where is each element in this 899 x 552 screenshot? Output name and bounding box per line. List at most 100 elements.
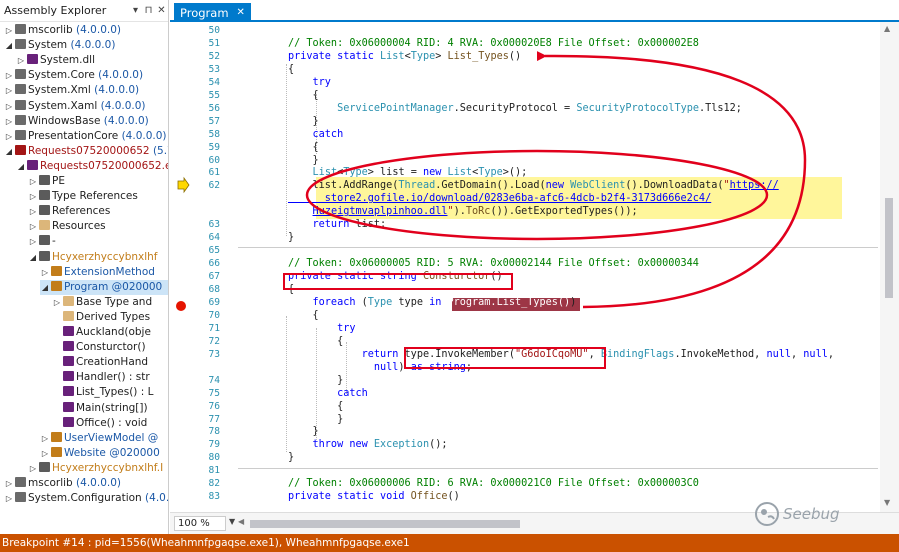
code-line: // Token: 0x06000004 RID: 4 RVA: 0x00002… [288, 37, 699, 50]
expander-icon[interactable]: ◢ [40, 280, 50, 295]
tree-item[interactable]: ▷ Resources [28, 219, 106, 234]
tree-item[interactable]: ◢ Hcyxerzhyccybnxlhf [28, 250, 158, 265]
tree-item[interactable]: ▷ Hcyxerzhyccybnxlhf.I [28, 461, 163, 476]
tree-item[interactable]: ▷ - [28, 234, 56, 249]
expander-icon[interactable]: ▷ [16, 53, 26, 68]
tree-item-version: (4.0.0.0) [90, 84, 140, 97]
tree-item[interactable]: ◢ Requests07520000652 (5.71.0. [4, 144, 168, 159]
tree-item[interactable]: Consturctor() [52, 340, 146, 355]
tree-item[interactable]: ▷ mscorlib (4.0.0.0) [4, 23, 121, 38]
method-separator [238, 468, 878, 469]
tree-item-label: Resources [52, 220, 106, 233]
code-token: { [288, 400, 344, 412]
code-line: ServicePointManager.SecurityProtocol = S… [288, 102, 742, 115]
pin-icon[interactable]: ⊓ [142, 5, 155, 16]
expander-icon[interactable]: ▷ [40, 446, 50, 461]
tree-item[interactable]: ▷ PE [28, 174, 65, 189]
tree-item-version: @ [144, 431, 159, 444]
code-token: Type [367, 296, 399, 308]
tree-item[interactable]: Handler() : str [52, 370, 150, 385]
code-token: BindingFlags [600, 348, 675, 360]
current-statement-arrow-icon [177, 176, 190, 194]
horizontal-scroll-thumb[interactable] [250, 520, 520, 528]
code-line: } [288, 115, 319, 128]
expander-icon[interactable]: ▷ [4, 68, 14, 83]
expander-icon[interactable]: ▷ [4, 476, 14, 491]
tree-item[interactable]: ▷ Website @020000 [40, 446, 160, 461]
expander-icon[interactable]: ▷ [28, 219, 38, 234]
expander-icon[interactable]: ▷ [40, 431, 50, 446]
tree-item-version: (4.0.0.0) [97, 99, 146, 112]
tree-item[interactable]: Office() : void [52, 416, 147, 431]
expander-icon[interactable]: ▷ [28, 461, 38, 476]
expander-icon[interactable]: ◢ [28, 250, 38, 265]
expander-icon[interactable]: ▷ [28, 189, 38, 204]
expander-icon[interactable]: ▷ [4, 99, 14, 114]
tree-item[interactable]: ▷ References [28, 204, 110, 219]
expander-icon[interactable]: ◢ [16, 159, 26, 174]
tree-item-version: (4.0.0.0) [72, 477, 121, 489]
scroll-down-icon[interactable]: ▼ [884, 498, 890, 507]
expander-icon[interactable]: ◢ [4, 38, 14, 53]
tree-item-label: PresentationCore [28, 129, 119, 142]
scroll-left-icon[interactable]: ◀ [238, 517, 244, 526]
expander-icon[interactable]: ▷ [4, 23, 14, 38]
tree-item[interactable]: ▷ Base Type and [52, 295, 152, 310]
line-number: 60 [208, 154, 220, 166]
code-line: catch [288, 128, 344, 141]
tree-item[interactable]: ▷ WindowsBase (4.0.0.0) [4, 114, 149, 129]
code-token: list; [355, 219, 387, 231]
vertical-scroll-thumb[interactable] [885, 198, 893, 298]
expander-icon[interactable]: ▷ [28, 234, 38, 249]
tree-item[interactable]: List_Types() : L [52, 385, 153, 400]
tree-item[interactable]: ◢ Requests07520000652.exe [16, 159, 168, 174]
tree-item[interactable]: ▷ System.Xaml (4.0.0.0) [4, 99, 146, 114]
tree-item[interactable]: ▷ System.Configuration (4.0.0. [4, 491, 168, 506]
tree-item[interactable]: ▷ PresentationCore (4.0.0.0) [4, 129, 167, 144]
tree-item[interactable]: ◢ Program @020000 [40, 279, 168, 295]
line-number: 52 [208, 50, 220, 62]
expander-icon[interactable]: ▷ [4, 83, 14, 98]
zoom-select[interactable]: 100 % [174, 516, 226, 531]
expander-icon[interactable]: ▷ [4, 114, 14, 129]
code-editor[interactable]: // Token: 0x06000004 RID: 4 RVA: 0x00002… [234, 22, 880, 512]
close-icon[interactable]: ✕ [237, 7, 245, 18]
code-token: .InvokeMethod, [674, 348, 767, 360]
code-line: private static string Consturctor() [288, 270, 503, 283]
tree-item[interactable]: ▷ ExtensionMethod [40, 265, 155, 280]
pin-icon[interactable]: ▾ [129, 5, 142, 16]
tab-program[interactable]: Program ✕ [174, 3, 251, 22]
tree-item[interactable]: ▷ UserViewModel @ [40, 431, 158, 446]
expander-icon[interactable]: ▷ [4, 491, 14, 506]
scroll-up-icon[interactable]: ▲ [884, 24, 890, 33]
line-number: 66 [208, 258, 220, 270]
expander-icon[interactable]: ▷ [28, 174, 38, 189]
tree-item[interactable]: ◢ System (4.0.0.0) [4, 38, 115, 53]
assembly-icon [15, 84, 26, 95]
tree-item[interactable]: CreationHand [52, 355, 148, 370]
close-icon[interactable]: ✕ [155, 5, 168, 16]
tree-item[interactable]: Derived Types [52, 310, 150, 325]
vertical-scrollbar[interactable]: ▲ ▼ [880, 22, 899, 512]
tree-item[interactable]: ▷ System.Xml (4.0.0.0) [4, 83, 139, 98]
breakpoint-gutter[interactable] [170, 22, 196, 512]
code-token: List [312, 167, 338, 179]
expander-icon[interactable]: ▷ [4, 129, 14, 144]
expander-icon[interactable]: ◢ [4, 144, 14, 159]
expander-icon[interactable]: ▷ [28, 204, 38, 219]
tree-item[interactable]: Main(string[]) [52, 401, 148, 416]
expander-icon[interactable]: ▷ [52, 295, 62, 310]
tree-item[interactable]: ▷ System.Core (4.0.0.0) [4, 68, 143, 83]
code-line: // Token: 0x06000005 RID: 5 RVA: 0x00002… [288, 257, 699, 270]
code-token: { [288, 309, 319, 321]
code-token: https:// [729, 180, 779, 192]
chevron-down-icon[interactable]: ▼ [229, 517, 235, 526]
tree-item[interactable]: ▷ System.dll [16, 53, 95, 68]
tree-item[interactable]: ▷ Type References [28, 189, 138, 204]
gutter-marks [176, 176, 190, 311]
expander-icon[interactable]: ▷ [40, 265, 50, 280]
tree-item[interactable]: ▷ mscorlib (4.0.0.0) [4, 476, 121, 491]
tree-item[interactable]: Auckland(obje [52, 325, 151, 340]
line-number: 71 [208, 322, 220, 334]
